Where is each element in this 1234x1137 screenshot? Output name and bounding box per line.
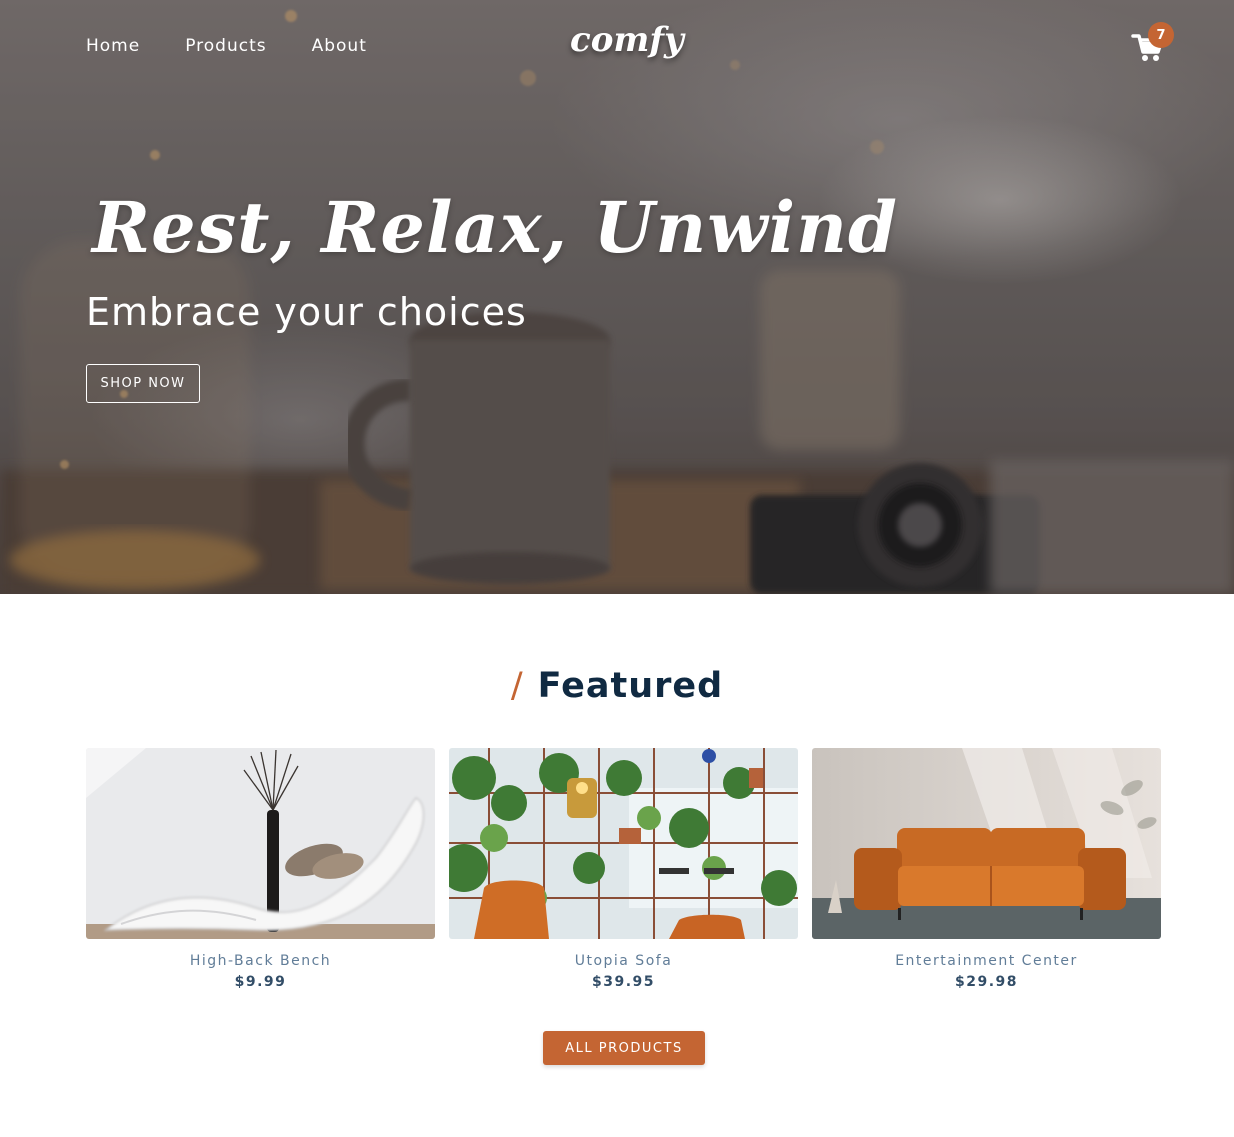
bench-image [86, 748, 435, 939]
logo[interactable]: comfy [570, 20, 684, 60]
featured-title-text: Featured [537, 666, 724, 706]
product-name: High-Back Bench [189, 953, 332, 969]
heading-slash: / [510, 666, 524, 706]
hero-subtitle: Embrace your choices [86, 290, 527, 334]
nav-link-about[interactable]: About [312, 36, 367, 56]
hero-section: Home Products About comfy 7 Rest, Relax,… [0, 0, 1234, 594]
product-card[interactable]: Entertainment Center $29.98 [812, 748, 1161, 990]
shop-now-button[interactable]: SHOP NOW [86, 364, 200, 403]
product-image-entertainment-center[interactable] [812, 748, 1161, 939]
product-image-high-back-bench[interactable] [86, 748, 435, 939]
featured-products: High-Back Bench $9.99 Utopia Sofa $39.95… [86, 748, 1161, 990]
product-name: Utopia Sofa [574, 953, 673, 969]
product-price: $39.95 [591, 974, 656, 990]
product-name: Entertainment Center [895, 953, 1078, 969]
cart-count-badge: 7 [1148, 22, 1174, 48]
product-card[interactable]: Utopia Sofa $39.95 [449, 748, 798, 990]
plant-shelf-image [449, 748, 798, 939]
nav-link-home[interactable]: Home [86, 36, 140, 56]
sofa-image [812, 748, 1161, 939]
hero-title: Rest, Relax, Unwind [92, 186, 898, 269]
nav-links: Home Products About [86, 36, 367, 56]
nav-link-products[interactable]: Products [185, 36, 266, 56]
product-price: $29.98 [954, 974, 1019, 990]
product-card[interactable]: High-Back Bench $9.99 [86, 748, 435, 990]
navbar: Home Products About comfy 7 [0, 0, 1234, 94]
featured-heading: / Featured [0, 666, 1234, 706]
product-price: $9.99 [234, 974, 287, 990]
all-products-button[interactable]: ALL PRODUCTS [543, 1031, 705, 1065]
product-image-utopia-sofa[interactable] [449, 748, 798, 939]
